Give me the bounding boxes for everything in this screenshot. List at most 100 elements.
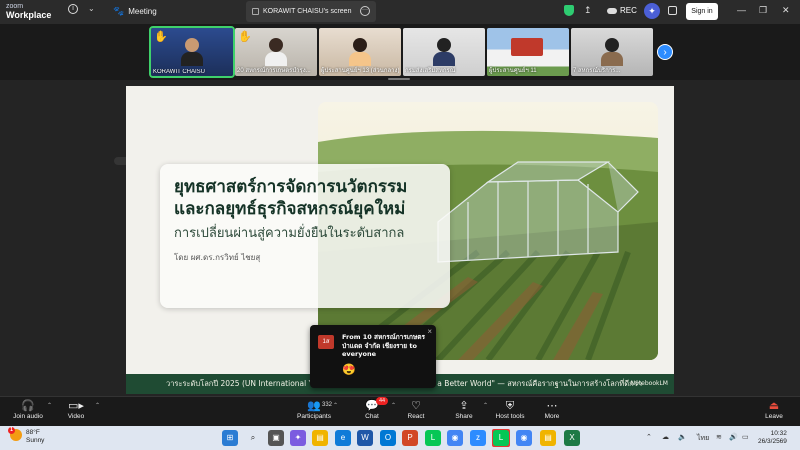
- info-icon[interactable]: i: [68, 4, 78, 14]
- chevron-up-icon[interactable]: ⌃: [95, 402, 100, 409]
- apps-icon[interactable]: [668, 6, 677, 15]
- slide-title-line1: ยุทธศาสตร์การจัดการนวัตกรรม: [174, 177, 408, 197]
- outlook-icon[interactable]: O: [380, 430, 396, 446]
- chat-notification[interactable]: 1ส From 10 สหกรณ์การเกษตรป่าแดด จำกัด เช…: [310, 325, 436, 388]
- participant-tile[interactable]: 7 สหกรณ์บริการ...: [571, 28, 653, 76]
- volume-icon[interactable]: 🔊: [729, 433, 738, 441]
- participant-tile[interactable]: ผู้ประสานศูนย์ฯ 11: [487, 28, 569, 76]
- excel-icon[interactable]: X: [564, 430, 580, 446]
- meeting-menu[interactable]: 🐾 Meeting: [113, 6, 157, 17]
- task-view-icon[interactable]: ▣: [268, 430, 284, 446]
- file-explorer-icon[interactable]: ▤: [312, 430, 328, 446]
- clock[interactable]: 10:32 26/3/2569: [758, 430, 787, 446]
- chat-label: Chat: [365, 413, 379, 420]
- chrome-icon[interactable]: ◉: [447, 430, 463, 446]
- zoom-app-window: zoom Workplace i ⌄ 🐾 Meeting KORAWIT CHA…: [0, 0, 800, 450]
- word-icon[interactable]: W: [357, 430, 373, 446]
- weather-widget[interactable]: 1 88°F Sunny: [8, 427, 44, 445]
- leave-icon: ⏏: [768, 400, 780, 412]
- logo-line2: Workplace: [6, 10, 52, 20]
- close-icon[interactable]: ×: [427, 327, 432, 336]
- clock-date: 26/3/2569: [758, 438, 787, 445]
- battery-icon[interactable]: ▭: [742, 433, 749, 441]
- windows-taskbar: 1 88°F Sunny ⊞ ⌕ ▣ ✦ ▤ e W O P L ◉ z L ◉…: [0, 426, 800, 450]
- heart-icon: ♡: [411, 400, 421, 412]
- restore-icon[interactable]: ❐: [759, 5, 767, 16]
- chevron-down-icon[interactable]: ⌄: [88, 4, 95, 13]
- zoom-logo: zoom Workplace: [6, 2, 51, 20]
- shield-icon[interactable]: [564, 5, 574, 16]
- more-button[interactable]: ⋯ More: [530, 399, 574, 420]
- chrome-icon[interactable]: ◉: [516, 430, 532, 446]
- wifi-icon[interactable]: ≋: [716, 433, 722, 441]
- participants-count: 332: [322, 402, 333, 408]
- participant-tile[interactable]: กรมส่งเสริมสหกรณ์: [403, 28, 485, 76]
- avatar: [265, 38, 287, 66]
- line-icon[interactable]: L: [425, 430, 441, 446]
- upload-icon[interactable]: ↥: [584, 5, 592, 16]
- participant-tile[interactable]: ✋ 20 สหกรณ์การเกษตรบำรุง...: [235, 28, 317, 76]
- powerpoint-icon[interactable]: P: [402, 430, 418, 446]
- share-label: Share: [455, 413, 473, 420]
- participant-tile[interactable]: ผู้ประสานศูนย์ฯ 13 (ส่วนกลาง): [319, 28, 401, 76]
- avatar: [601, 38, 623, 66]
- more-icon[interactable]: ···: [360, 6, 370, 16]
- edge-icon[interactable]: e: [335, 430, 351, 446]
- speaker-icon[interactable]: 🔈: [678, 433, 687, 441]
- folder-icon[interactable]: ▤: [540, 430, 556, 446]
- avatar: 1ส: [318, 335, 334, 349]
- share-button[interactable]: ⇪ Share ⌃: [442, 399, 488, 420]
- participant-strip: ✋ KORAWIT CHAISU ✋ 20 สหกรณ์การเกษตรบำรุ…: [0, 24, 800, 80]
- join-audio-button[interactable]: 🎧 Join audio ⌃: [6, 399, 52, 420]
- slide-author: โดย ผศ.ดร.กรวิทย์ ไชยสุ: [174, 253, 261, 262]
- participant-name: KORAWIT CHAISU: [153, 69, 206, 75]
- slide-title-line2: และกลยุทธ์ธุรกิจสหกรณ์ยุคใหม่: [174, 199, 406, 219]
- react-label: React: [407, 413, 425, 420]
- chat-button[interactable]: 💬 44 Chat ⌃: [350, 397, 396, 420]
- copilot-icon[interactable]: ✦: [290, 430, 306, 446]
- title-card: ยุทธศาสตร์การจัดการนวัตกรรม และกลยุทธ์ธุ…: [160, 164, 450, 308]
- line-icon[interactable]: L: [493, 430, 509, 446]
- participant-name: กรมส่งเสริมสหกรณ์: [405, 68, 456, 74]
- participant-name: 20 สหกรณ์การเกษตรบำรุง...: [237, 68, 311, 74]
- screen-share-tab[interactable]: KORAWIT CHAISU's screen ···: [246, 1, 376, 22]
- close-icon[interactable]: ✕: [782, 5, 790, 16]
- chevron-up-icon[interactable]: ⌃: [333, 402, 338, 409]
- chat-badge: 44: [376, 397, 389, 405]
- video-camera-icon: ▭▸: [68, 400, 84, 412]
- avatar: [433, 38, 455, 66]
- footer-left-text: วาระระดับโลกปี 2025 (UN International Ye…: [166, 379, 325, 388]
- shield-icon: ⛨: [505, 400, 515, 412]
- leave-button[interactable]: ⏏ Leave: [752, 399, 796, 420]
- clock-time: 10:32: [770, 430, 787, 437]
- minimize-icon[interactable]: —: [737, 5, 746, 15]
- title-bar: zoom Workplace i ⌄ 🐾 Meeting KORAWIT CHA…: [0, 0, 800, 24]
- participant-name: ผู้ประสานศูนย์ฯ 13 (ส่วนกลาง): [321, 68, 399, 74]
- host-tools-button[interactable]: ⛨ Host tools: [488, 399, 532, 420]
- leave-label: Leave: [765, 413, 783, 420]
- windows-start-icon[interactable]: ⊞: [222, 430, 238, 446]
- video-button[interactable]: ▭▸ Video ⌃: [54, 399, 100, 420]
- sign-in-button[interactable]: Sign in: [686, 3, 718, 20]
- avatar: [349, 38, 371, 66]
- participant-tile[interactable]: ✋ KORAWIT CHAISU: [149, 26, 235, 78]
- rec-label: REC: [620, 6, 637, 15]
- onedrive-icon[interactable]: ☁: [662, 433, 669, 441]
- react-button[interactable]: ♡ React: [394, 399, 438, 420]
- meeting-toolbar: 🎧 Join audio ⌃ ▭▸ Video ⌃ 👥 332 Particip…: [0, 396, 800, 426]
- record-button[interactable]: REC: [607, 6, 637, 15]
- search-icon[interactable]: ⌕: [245, 430, 261, 446]
- chevron-up-icon[interactable]: ⌃: [646, 433, 652, 441]
- more-icon: ⋯: [546, 400, 558, 412]
- chevron-up-icon[interactable]: ⌃: [47, 402, 52, 409]
- language-indicator[interactable]: ไทย: [697, 433, 709, 444]
- tab-title: KORAWIT CHAISU's screen: [263, 8, 352, 15]
- cloud-icon: [607, 7, 617, 14]
- sun-icon: 1: [8, 427, 22, 441]
- paw-icon: 🐾: [113, 6, 125, 16]
- next-page-icon[interactable]: ›: [657, 44, 673, 60]
- zoom-icon[interactable]: z: [470, 430, 486, 446]
- ai-companion-icon[interactable]: ✦: [644, 3, 660, 19]
- participants-button[interactable]: 👥 332 Participants ⌃: [292, 399, 338, 420]
- host-tools-label: Host tools: [495, 413, 525, 420]
